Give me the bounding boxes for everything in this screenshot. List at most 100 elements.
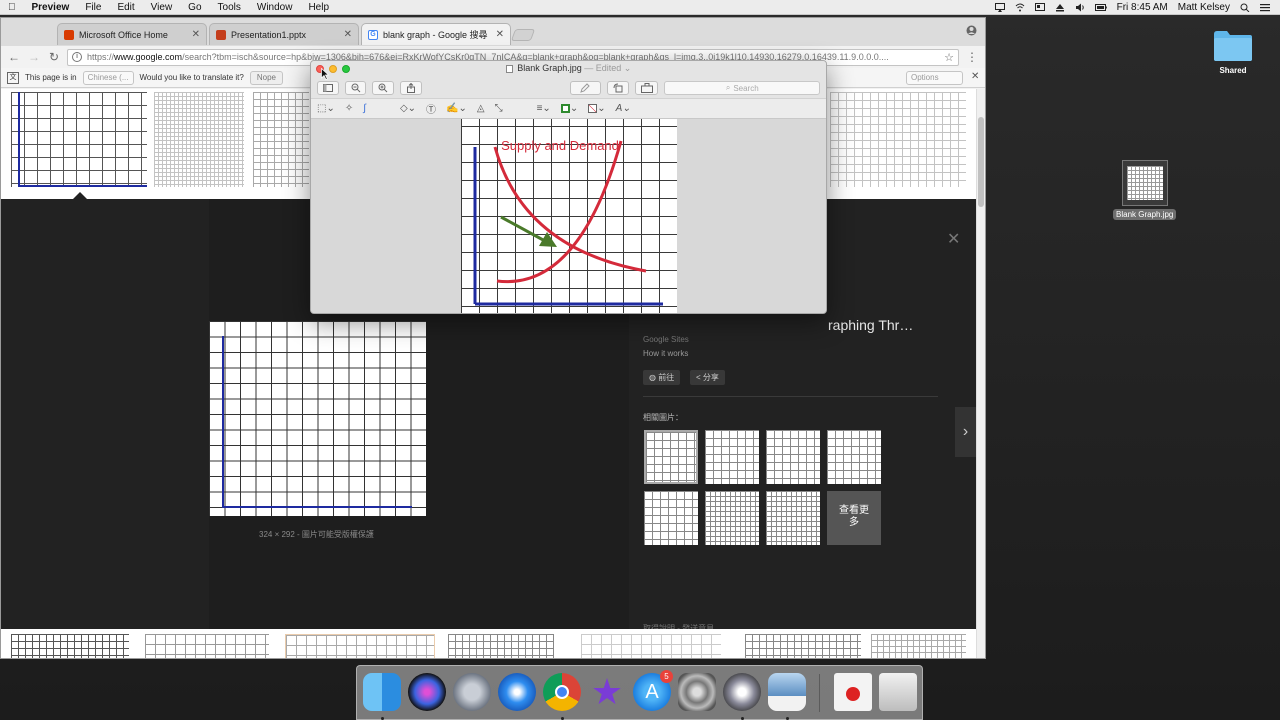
zoom-in-button[interactable] [372, 81, 395, 95]
chrome-menu-icon[interactable]: ⋮ [965, 50, 979, 64]
battery-icon[interactable] [1094, 3, 1107, 12]
line-style-icon[interactable]: ≡⌄ [537, 103, 551, 114]
downloads-stack-icon[interactable] [834, 673, 872, 711]
spotlight-icon[interactable] [1240, 3, 1250, 12]
chrome-icon[interactable] [543, 673, 581, 711]
menu-go[interactable]: Go [180, 0, 209, 15]
sidebar-view-button[interactable] [317, 81, 339, 95]
adjust-size-icon[interactable]: ⤡ [495, 103, 503, 114]
large-preview-image[interactable] [209, 321, 426, 516]
search-field[interactable]: ⌕ Search [664, 81, 821, 95]
wifi-icon[interactable] [1015, 3, 1025, 12]
graph-image[interactable]: Supply and Demand [461, 119, 677, 313]
reload-button[interactable]: ↻ [47, 50, 61, 64]
border-color-icon[interactable]: ⌄ [560, 103, 578, 114]
shapes-tool-icon[interactable]: ◇⌄ [400, 103, 416, 114]
close-tab-icon[interactable]: ✕ [344, 29, 352, 40]
markup-pen-button[interactable] [569, 81, 602, 95]
close-viewer-icon[interactable]: ✕ [947, 229, 960, 249]
result-thumbnail[interactable] [448, 634, 554, 658]
result-thumbnail[interactable] [154, 92, 244, 187]
volume-icon[interactable] [1075, 3, 1085, 12]
text-tool-icon[interactable]: Ⓣ [426, 101, 436, 116]
fill-color-icon[interactable]: ⌄ [588, 103, 606, 114]
zoom-out-button[interactable] [344, 81, 367, 95]
sign-tool-icon[interactable]: ✍⌄ [446, 103, 467, 114]
text-style-icon[interactable]: A⌄ [616, 103, 631, 114]
adjust-color-icon[interactable]: ◬ [477, 103, 485, 114]
imovie-icon[interactable]: ★ [588, 673, 626, 711]
profile-icon[interactable] [966, 25, 977, 36]
safari-icon[interactable] [498, 673, 536, 711]
related-image-tile[interactable] [644, 430, 698, 484]
blank-graph-file[interactable]: Blank Graph.jpg [1113, 160, 1177, 220]
selection-tool-icon[interactable]: ⬚⌄ [317, 103, 335, 114]
next-image-button[interactable]: › [955, 407, 976, 457]
result-thumbnail[interactable] [11, 634, 129, 658]
close-translate-icon[interactable]: ✕ [971, 71, 979, 82]
tab-office-home[interactable]: Microsoft Office Home ✕ [57, 23, 207, 45]
shared-folder[interactable]: Shared [1212, 28, 1254, 76]
menu-file[interactable]: File [77, 0, 109, 15]
image-title[interactable]: raphing Thr… [828, 317, 913, 333]
site-info-icon[interactable]: i [72, 52, 82, 62]
close-tab-icon[interactable]: ✕ [192, 29, 200, 40]
result-thumbnail[interactable] [830, 92, 966, 187]
toolbox-button[interactable] [634, 81, 659, 95]
related-image-tile[interactable] [766, 430, 820, 484]
menu-view[interactable]: View [143, 0, 181, 15]
bookmark-star-icon[interactable]: ☆ [940, 51, 954, 64]
result-thumbnail[interactable] [285, 634, 435, 658]
preview-app-icon[interactable] [768, 673, 806, 711]
menu-window[interactable]: Window [249, 0, 301, 15]
image-source[interactable]: Google Sites [643, 335, 689, 344]
result-thumbnail[interactable] [871, 634, 966, 658]
close-tab-icon[interactable]: ✕ [496, 29, 504, 40]
menu-help[interactable]: Help [300, 0, 337, 15]
language-select[interactable]: Chinese (... [82, 70, 134, 85]
share-button[interactable]: < 分享 [690, 370, 725, 385]
how-it-works-link[interactable]: How it works [643, 349, 688, 358]
result-thumbnail[interactable] [253, 92, 309, 187]
menu-tools[interactable]: Tools [210, 0, 249, 15]
related-image-tile[interactable] [827, 430, 881, 484]
trash-icon[interactable] [879, 673, 917, 711]
related-image-tile[interactable] [705, 491, 759, 545]
launchpad-icon[interactable] [453, 673, 491, 711]
eject-icon[interactable] [1055, 3, 1065, 12]
apple-menu-icon[interactable]:  [0, 0, 24, 15]
related-image-tile[interactable] [705, 430, 759, 484]
nope-button[interactable]: Nope [249, 70, 283, 85]
siri-icon[interactable] [408, 673, 446, 711]
page-scrollbar[interactable] [976, 89, 985, 658]
clock[interactable]: Fri 8:45 AM [1117, 2, 1168, 13]
result-thumbnail[interactable] [145, 634, 269, 658]
scrollbar-thumb[interactable] [978, 117, 984, 207]
sketch-tool-icon[interactable]: ∫ [363, 103, 366, 114]
rotate-button[interactable] [607, 81, 629, 95]
instant-alpha-icon[interactable]: ✧ [345, 103, 353, 114]
share-toolbar-button[interactable] [400, 81, 422, 95]
see-more-tile[interactable]: 查看更多 [827, 491, 881, 545]
photo-slideshow-icon[interactable] [723, 673, 761, 711]
result-thumbnail[interactable] [581, 634, 721, 658]
translate-options-select[interactable]: Options [906, 71, 963, 85]
result-thumbnail[interactable] [745, 634, 861, 658]
finder-icon[interactable] [363, 673, 401, 711]
tab-google-search[interactable]: G blank graph - Google 搜尋 ✕ [361, 23, 511, 45]
new-tab-button[interactable] [510, 29, 536, 41]
menu-edit[interactable]: Edit [109, 0, 142, 15]
edited-indicator[interactable]: — Edited ⌄ [584, 63, 631, 73]
forward-button[interactable]: → [27, 50, 41, 64]
user-name[interactable]: Matt Kelsey [1178, 2, 1230, 13]
result-thumbnail[interactable] [11, 92, 147, 187]
back-button[interactable]: ← [7, 50, 21, 64]
airplay-icon[interactable] [994, 2, 1005, 12]
related-image-tile[interactable] [644, 491, 698, 545]
related-image-tile[interactable] [766, 491, 820, 545]
system-preferences-icon[interactable] [678, 673, 716, 711]
app-menu[interactable]: Preview [24, 0, 78, 15]
notification-center-icon[interactable] [1260, 3, 1270, 12]
tab-presentation[interactable]: Presentation1.pptx ✕ [209, 23, 359, 45]
display-icon[interactable] [1034, 2, 1045, 12]
